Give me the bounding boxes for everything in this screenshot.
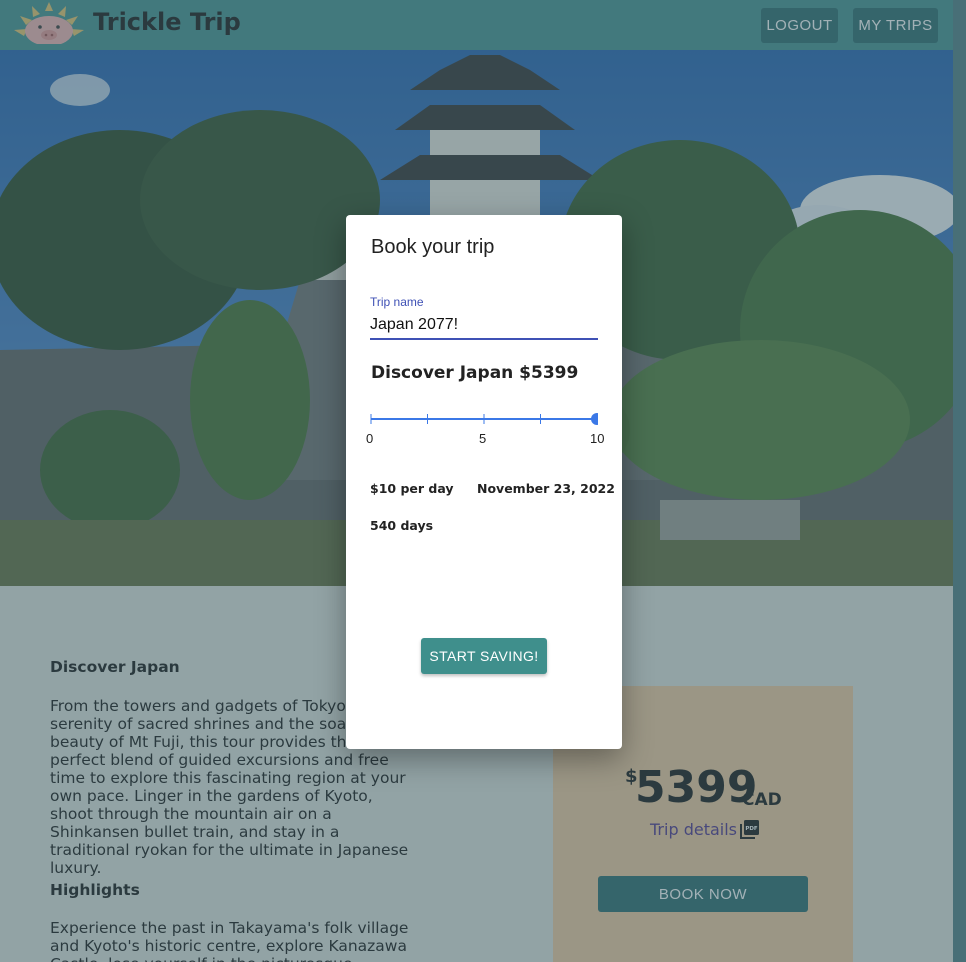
trip-name-label: Trip name [370, 295, 424, 309]
book-trip-dialog: Book your trip Trip name Discover Japan … [346, 215, 622, 749]
slider-thumb[interactable] [591, 413, 598, 425]
slider-tick-label-max: 10 [590, 431, 605, 446]
trip-name-input[interactable] [370, 312, 598, 340]
slider-tick-label-mid: 5 [479, 431, 487, 446]
years-slider[interactable] [370, 411, 598, 427]
dialog-title: Book your trip [371, 236, 495, 258]
saving-duration: 540 days [370, 518, 434, 533]
trip-price-heading: Discover Japan $5399 [371, 363, 579, 383]
start-saving-button[interactable]: START SAVING! [421, 638, 547, 674]
target-date: November 23, 2022 [477, 481, 615, 496]
slider-tick-label-min: 0 [366, 431, 374, 446]
per-day-amount: $10 per day [370, 481, 454, 496]
